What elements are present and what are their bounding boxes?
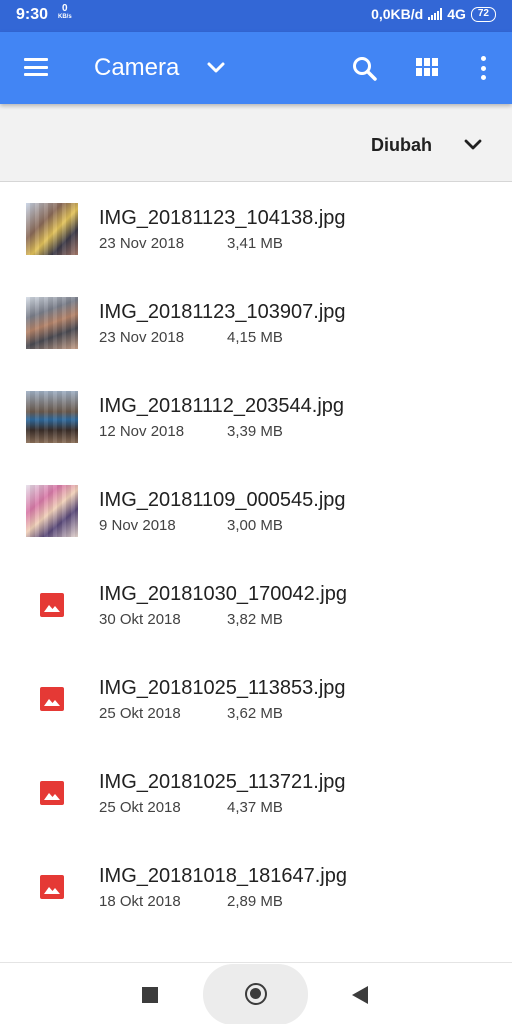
- status-speed-unit: KB/s: [58, 14, 72, 20]
- sort-chevron-down-icon[interactable]: [463, 137, 483, 153]
- image-file-icon: [40, 593, 64, 617]
- file-list: IMG_20181123_104138.jpg 23 Nov 2018 3,41…: [0, 183, 512, 935]
- list-item[interactable]: IMG_20181018_181647.jpg 18 Okt 2018 2,89…: [0, 841, 512, 935]
- file-date: 9 Nov 2018: [99, 517, 176, 534]
- file-size: 2,89 MB: [227, 893, 283, 910]
- file-date: 25 Okt 2018: [99, 799, 181, 816]
- file-size: 3,39 MB: [227, 423, 283, 440]
- list-item[interactable]: IMG_20181025_113853.jpg 25 Okt 2018 3,62…: [0, 653, 512, 747]
- sort-bar: Diubah: [0, 104, 512, 182]
- list-item[interactable]: IMG_20181123_104138.jpg 23 Nov 2018 3,41…: [0, 183, 512, 277]
- network-speed: 0,0KB/d: [371, 6, 424, 22]
- photo-thumbnail: [26, 485, 78, 537]
- hamburger-menu-icon[interactable]: [24, 58, 48, 76]
- file-size: 3,82 MB: [227, 611, 283, 628]
- file-name: IMG_20181030_170042.jpg: [99, 583, 347, 605]
- battery-level: 72: [477, 8, 489, 19]
- photo-thumbnail: [26, 297, 78, 349]
- file-name: IMG_20181109_000545.jpg: [99, 489, 346, 511]
- status-right-group: 0,0KB/d 4G 72: [371, 6, 496, 22]
- file-name: IMG_20181025_113721.jpg: [99, 771, 346, 793]
- photo-thumbnail: [26, 391, 78, 443]
- file-name: IMG_20181112_203544.jpg: [99, 395, 345, 417]
- file-date: 23 Nov 2018: [99, 329, 185, 346]
- list-item[interactable]: IMG_20181112_203544.jpg 12 Nov 2018 3,39…: [0, 371, 512, 465]
- status-time: 9:30: [16, 6, 49, 23]
- chevron-down-icon[interactable]: [205, 59, 227, 77]
- file-date: 23 Nov 2018: [99, 235, 185, 252]
- file-name: IMG_20181018_181647.jpg: [99, 865, 347, 887]
- system-nav-bar: [0, 962, 512, 1024]
- file-size: 4,15 MB: [227, 329, 283, 346]
- list-item[interactable]: IMG_20181123_103907.jpg 23 Nov 2018 4,15…: [0, 277, 512, 371]
- network-type: 4G: [447, 6, 466, 22]
- file-date: 12 Nov 2018: [99, 423, 185, 440]
- triangle-back-icon[interactable]: [352, 986, 368, 1004]
- page-title: Camera: [94, 54, 180, 81]
- file-date: 30 Okt 2018: [99, 611, 181, 628]
- list-item[interactable]: IMG_20181109_000545.jpg 9 Nov 2018 3,00 …: [0, 465, 512, 559]
- image-file-icon: [40, 875, 64, 899]
- file-date: 25 Okt 2018: [99, 705, 181, 722]
- status-bar: 9:30 0 KB/s 0,0KB/d 4G 72: [0, 0, 512, 32]
- signal-icon: [428, 8, 443, 20]
- file-size: 3,00 MB: [227, 517, 283, 534]
- sort-label[interactable]: Diubah: [371, 135, 432, 156]
- more-vert-icon[interactable]: [478, 56, 488, 80]
- file-size: 3,41 MB: [227, 235, 283, 252]
- file-name: IMG_20181123_104138.jpg: [99, 207, 346, 229]
- image-file-icon: [40, 781, 64, 805]
- file-name: IMG_20181025_113853.jpg: [99, 677, 346, 699]
- app-bar: Camera: [0, 32, 512, 104]
- file-size: 3,62 MB: [227, 705, 283, 722]
- battery-icon: 72: [470, 6, 496, 22]
- square-recents-icon[interactable]: [142, 987, 158, 1003]
- file-name: IMG_20181123_103907.jpg: [99, 301, 346, 323]
- file-size: 4,37 MB: [227, 799, 283, 816]
- search-icon[interactable]: [352, 56, 378, 82]
- list-item[interactable]: IMG_20181030_170042.jpg 30 Okt 2018 3,82…: [0, 559, 512, 653]
- grid-view-icon[interactable]: [416, 58, 440, 78]
- circle-home-icon[interactable]: [245, 983, 267, 1005]
- list-item[interactable]: IMG_20181025_113721.jpg 25 Okt 2018 4,37…: [0, 747, 512, 841]
- status-speed-indicator: 0 KB/s: [58, 4, 72, 22]
- photo-thumbnail: [26, 203, 78, 255]
- image-file-icon: [40, 687, 64, 711]
- file-date: 18 Okt 2018: [99, 893, 181, 910]
